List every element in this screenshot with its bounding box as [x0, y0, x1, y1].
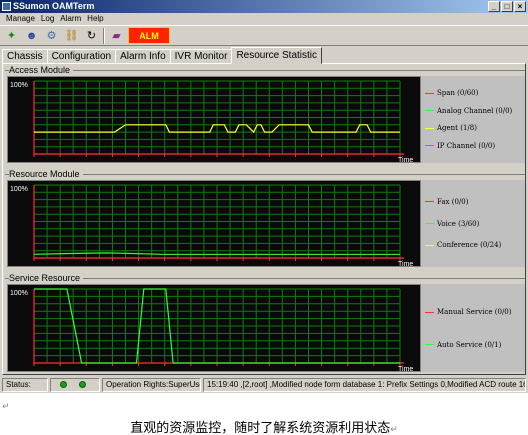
- legend-label: Agent (1/8): [437, 124, 477, 133]
- legend-item: IP Channel (0/0): [425, 140, 495, 152]
- tab-bar: Chassis Configuration Alarm Info IVR Monito…: [2, 47, 323, 64]
- tab-alarm-info[interactable]: Alarm Info: [115, 49, 171, 64]
- legend-item: Conference (0/24): [425, 239, 501, 251]
- minimize-button[interactable]: _: [488, 1, 500, 12]
- legend-item: Span (0/60): [425, 87, 478, 99]
- title-bar[interactable]: SSumon OAMTerm _ □ ×: [0, 0, 528, 13]
- menu-bar: Manage Log Alarm Help: [0, 13, 528, 25]
- usage-chart: 100% Time: [7, 180, 421, 267]
- legend-item: Voice (3/60): [425, 218, 479, 230]
- legend-label: IP Channel (0/0): [437, 141, 496, 150]
- panel-title: Service Resource: [9, 272, 84, 284]
- legend-item: Auto Service (0/1): [425, 339, 501, 351]
- maximize-button[interactable]: □: [501, 1, 513, 12]
- menu-log[interactable]: Log: [38, 13, 57, 25]
- resource-statistic-page: Access Module 100% Time Span (0/60) Analog C…: [2, 63, 526, 375]
- legend-label: Conference (0/24): [437, 241, 502, 250]
- legend-item: Agent (1/8): [425, 122, 477, 134]
- panel-frame: [5, 70, 525, 71]
- chart-legend: Span (0/60) Analog Channel (0/0) Agent (1/…: [421, 76, 525, 163]
- network-icon[interactable]: ⛓: [63, 27, 80, 44]
- legend-swatch: [425, 145, 434, 147]
- app-icon: [2, 2, 11, 11]
- tab-resource-statistic[interactable]: Resource Statistic: [231, 47, 323, 64]
- connect-icon[interactable]: ⚙: [43, 27, 60, 44]
- service-resource-panel: Service Resource 100% Time Manual Service (…: [5, 272, 525, 374]
- usage-chart: 100% Time: [7, 76, 421, 163]
- toolbar: ✦ ☻ ⚙ ⛓ ↻ ▰ ALM: [0, 25, 528, 46]
- legend-item: Fax (0/0): [425, 196, 468, 208]
- y-axis-max-label: 100%: [10, 290, 28, 297]
- menu-help[interactable]: Help: [84, 13, 106, 25]
- panel-title: Access Module: [9, 64, 74, 76]
- caption-label: 直观的资源监控，随时了解系统资源利用状态: [130, 421, 391, 435]
- panel-frame: [5, 174, 525, 175]
- x-axis-label: Time: [398, 261, 413, 267]
- status-message: 15:19:40 ,[2,root] ,Modified node form d…: [203, 377, 526, 392]
- window-title: SSumon OAMTerm: [13, 1, 95, 11]
- legend-swatch: [425, 344, 434, 346]
- legend-label: Manual Service (0/0): [437, 308, 512, 316]
- caption-text: 直观的资源监控，随时了解系统资源利用状态↵: [0, 417, 528, 435]
- tab-ivr-monitor[interactable]: IVR Monitor: [169, 49, 233, 64]
- legend-swatch: [425, 244, 434, 246]
- x-axis-label: Time: [398, 157, 413, 163]
- paragraph-mark-icon: ↵: [2, 402, 10, 412]
- menu-manage[interactable]: Manage: [3, 13, 38, 25]
- tab-chassis[interactable]: Chassis: [2, 49, 48, 64]
- resource-module-panel: Resource Module 100% Time Fax (0/0) Voice (3…: [5, 168, 525, 269]
- refresh-icon[interactable]: ↻: [83, 27, 100, 44]
- menu-alarm[interactable]: Alarm: [57, 13, 84, 25]
- paragraph-mark-icon: ↵: [390, 425, 398, 435]
- access-module-panel: Access Module 100% Time Span (0/60) Analog C…: [5, 64, 525, 165]
- book-icon[interactable]: ▰: [108, 27, 125, 44]
- legend-label: Voice (3/60): [437, 219, 480, 228]
- usage-chart: 100% Time: [7, 284, 421, 372]
- operation-rights: Operation Rights:SuperUser: [102, 377, 201, 392]
- legend-swatch: [425, 311, 434, 313]
- legend-label: Auto Service (0/1): [437, 340, 502, 349]
- run-icon[interactable]: ✦: [3, 27, 20, 44]
- status-bar: Status: Operation Rights:SuperUser 15:19…: [0, 376, 528, 393]
- tab-configuration[interactable]: Configuration: [46, 49, 117, 64]
- legend-swatch: [425, 127, 434, 129]
- x-axis-label: Time: [398, 366, 413, 372]
- legend-item: Manual Service (0/0): [425, 306, 512, 318]
- status-label: Status:: [2, 377, 48, 392]
- status-led-icon: [79, 380, 86, 388]
- legend-swatch: [425, 201, 434, 203]
- legend-label: Fax (0/0): [437, 197, 469, 206]
- y-axis-max-label: 100%: [10, 186, 28, 193]
- legend-label: Analog Channel (0/0): [437, 106, 513, 115]
- legend-label: Span (0/60): [437, 89, 479, 98]
- y-axis-max-label: 100%: [10, 82, 28, 89]
- users-icon[interactable]: ☻: [23, 27, 40, 44]
- legend-swatch: [425, 92, 434, 94]
- chart-legend: Fax (0/0) Voice (3/60) Conference (0/24): [421, 180, 525, 267]
- status-led-icon: [60, 380, 67, 388]
- chart-legend: Manual Service (0/0) Auto Service (0/1): [421, 284, 525, 372]
- panel-title: Resource Module: [9, 168, 83, 180]
- toolbar-separator: [103, 27, 105, 44]
- status-indicators: [50, 377, 100, 392]
- alarm-icon[interactable]: ALM: [128, 27, 170, 44]
- legend-item: Analog Channel (0/0): [425, 105, 512, 117]
- close-button[interactable]: ×: [514, 1, 526, 12]
- application-window: SSumon OAMTerm _ □ × Manage Log Alarm He…: [0, 0, 528, 393]
- legend-swatch: [425, 110, 434, 112]
- legend-swatch: [425, 223, 434, 224]
